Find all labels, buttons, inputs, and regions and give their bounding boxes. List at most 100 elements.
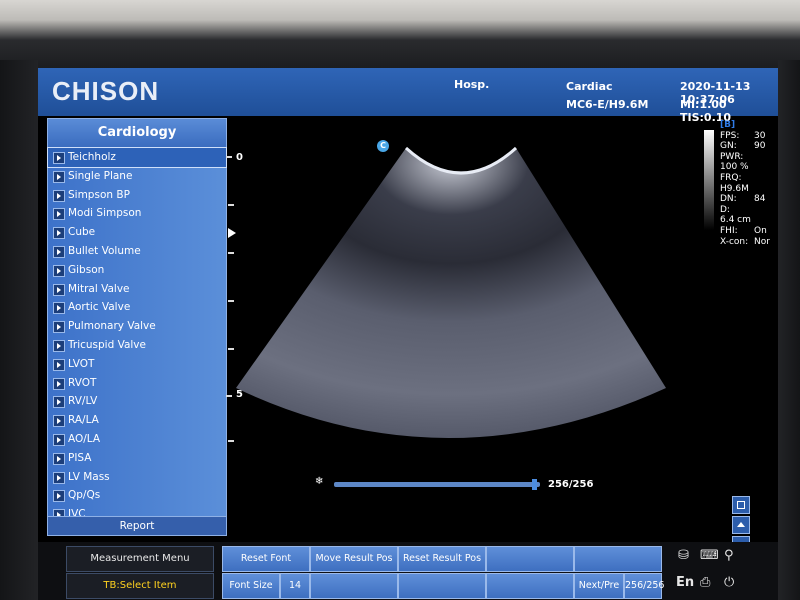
caret-right-icon — [53, 377, 65, 390]
menu-item-pisa[interactable]: PISA — [48, 449, 226, 468]
menu-item-mitral-valve[interactable]: Mitral Valve — [48, 280, 226, 299]
move-result-pos-button[interactable]: Move Result Pos — [310, 546, 398, 572]
softkey-blank-4[interactable] — [398, 573, 486, 599]
menu-item-label: Bullet Volume — [68, 244, 141, 257]
caret-right-icon — [53, 471, 65, 484]
measurement-menu-label: Measurement Menu — [66, 546, 214, 572]
menu-item-lvot[interactable]: LVOT — [48, 355, 226, 374]
exam-type: Cardiac — [566, 80, 613, 93]
param-row: PWR:100 % — [720, 151, 749, 173]
param-row: FRQ:H9.6M — [720, 172, 749, 194]
menu-item-label: Tricuspid Valve — [68, 338, 146, 351]
snowflake-freeze-icon: ❄ — [315, 476, 324, 487]
mode-label: [B] — [720, 120, 736, 130]
menu-item-label: Pulmonary Valve — [68, 320, 156, 333]
cine-slider-thumb[interactable] — [532, 479, 537, 490]
softkey-blank-2[interactable] — [574, 546, 662, 572]
caret-right-icon — [53, 339, 65, 352]
menu-item-ra-la[interactable]: RA/LA — [48, 411, 226, 430]
caret-right-icon — [53, 302, 65, 315]
grayscale-bar — [704, 130, 714, 230]
reset-result-pos-button[interactable]: Reset Result Pos — [398, 546, 486, 572]
menu-item-label: AO/LA — [68, 432, 101, 445]
caret-right-icon — [53, 264, 65, 277]
menu-item-label: Single Plane — [68, 169, 133, 182]
monitor-bezel-left — [0, 60, 38, 600]
menu-item-bullet-volume[interactable]: Bullet Volume — [48, 242, 226, 261]
brand-logo: CHISON — [52, 76, 160, 106]
param-row: D:6.4 cm — [720, 204, 751, 226]
menu-item-label: Cube — [68, 226, 96, 239]
menu-item-lv-mass[interactable]: LV Mass — [48, 468, 226, 487]
softkey-blank-5[interactable] — [486, 573, 574, 599]
font-size-value[interactable]: 14 — [280, 573, 310, 599]
menu-item-label: Gibson — [68, 263, 105, 276]
printer-icon[interactable]: ⎙ — [700, 575, 710, 590]
tb-select-label: TB:Select Item — [66, 573, 214, 599]
usb-icon[interactable]: ⚲ — [724, 548, 734, 563]
caret-right-icon — [53, 152, 65, 164]
softkey-blank-3[interactable] — [310, 573, 398, 599]
caret-right-icon — [53, 283, 65, 296]
menu-item-rvot[interactable]: RVOT — [48, 374, 226, 393]
caret-right-icon — [53, 170, 65, 183]
power-plug-icon: ⏻ — [724, 575, 735, 590]
menu-item-tricuspid-valve[interactable]: Tricuspid Valve — [48, 336, 226, 355]
caret-right-icon — [53, 208, 65, 221]
caret-right-icon — [53, 227, 65, 240]
param-row: GN: 90 — [720, 141, 766, 152]
menu-item-label: RVOT — [68, 376, 97, 389]
database-icon[interactable]: ⛁ — [678, 548, 689, 563]
param-row: FHI: On — [720, 225, 767, 236]
menu-item-aortic-valve[interactable]: Aortic Valve — [48, 298, 226, 317]
menu-item-teichholz[interactable]: Teichholz — [47, 147, 227, 168]
menu-item-label: LVOT — [68, 357, 95, 370]
bottom-softkey-bar: Measurement Menu TB:Select Item Reset Fo… — [38, 542, 778, 600]
measurement-list: Teichholz Single Plane Simpson BP Modi S… — [47, 147, 227, 524]
hospital-name: Hosp. — [454, 78, 490, 91]
imaging-parameters: [B] FPS: 30 GN: 90 PWR:100 % FRQ:H9.6M DN:… — [720, 120, 778, 247]
menu-item-label: Simpson BP — [68, 188, 130, 201]
menu-item-qp-qs[interactable]: Qp/Qs — [48, 486, 226, 505]
report-button[interactable]: Report — [48, 516, 226, 535]
menu-item-label: LV Mass — [68, 470, 110, 483]
network-icon[interactable]: ⌨ — [700, 548, 719, 563]
monitor-bezel-right — [778, 60, 800, 600]
caret-right-icon — [53, 358, 65, 371]
scroll-up-icon[interactable] — [732, 516, 750, 534]
menu-item-label: Modi Simpson — [68, 207, 142, 220]
probe-preset: MC6-E/H9.6M — [566, 98, 649, 111]
menu-item-single-plane[interactable]: Single Plane — [48, 167, 226, 186]
menu-item-ao-la[interactable]: AO/LA — [48, 430, 226, 449]
cine-frame-count: 256/256 — [548, 479, 594, 490]
param-row: FPS: 30 — [720, 130, 766, 141]
language-indicator[interactable]: En — [676, 575, 694, 590]
caret-right-icon — [53, 245, 65, 258]
next-pre-button[interactable]: Next/Pre — [574, 573, 624, 599]
param-row: X-con: Nor — [720, 236, 770, 247]
measurement-menu-panel: Cardiology Teichholz Single Plane Simpso… — [47, 118, 227, 536]
softkey-blank-1[interactable] — [486, 546, 574, 572]
menu-item-label: Mitral Valve — [68, 282, 130, 295]
ultrasound-sector-image — [236, 146, 666, 438]
caret-right-icon — [53, 433, 65, 446]
param-row: DN: 84 — [720, 194, 766, 205]
header-bar: CHISON Hosp. Cardiac MC6-E/H9.6M 2020-11… — [38, 68, 778, 124]
reset-font-button[interactable]: Reset Font — [222, 546, 310, 572]
cine-progress-bar[interactable] — [334, 482, 540, 487]
font-size-button[interactable]: Font Size — [222, 573, 280, 599]
settings-icon[interactable] — [732, 496, 750, 514]
menu-title: Cardiology — [48, 119, 226, 148]
menu-item-modi-simpson[interactable]: Modi Simpson — [48, 204, 226, 223]
menu-item-simpson-bp[interactable]: Simpson BP — [48, 186, 226, 205]
menu-item-label: RV/LV — [68, 395, 98, 408]
menu-item-label: Aortic Valve — [68, 301, 131, 314]
ultrasound-screen: CHISON Hosp. Cardiac MC6-E/H9.6M 2020-11… — [38, 68, 778, 600]
menu-item-rv-lv[interactable]: RV/LV — [48, 392, 226, 411]
menu-item-pulmonary-valve[interactable]: Pulmonary Valve — [48, 317, 226, 336]
menu-item-cube[interactable]: Cube — [48, 223, 226, 242]
next-pre-value[interactable]: 256/256 — [624, 573, 664, 599]
menu-item-label: Qp/Qs — [68, 489, 101, 502]
menu-item-label: PISA — [68, 451, 92, 464]
menu-item-gibson[interactable]: Gibson — [48, 261, 226, 280]
